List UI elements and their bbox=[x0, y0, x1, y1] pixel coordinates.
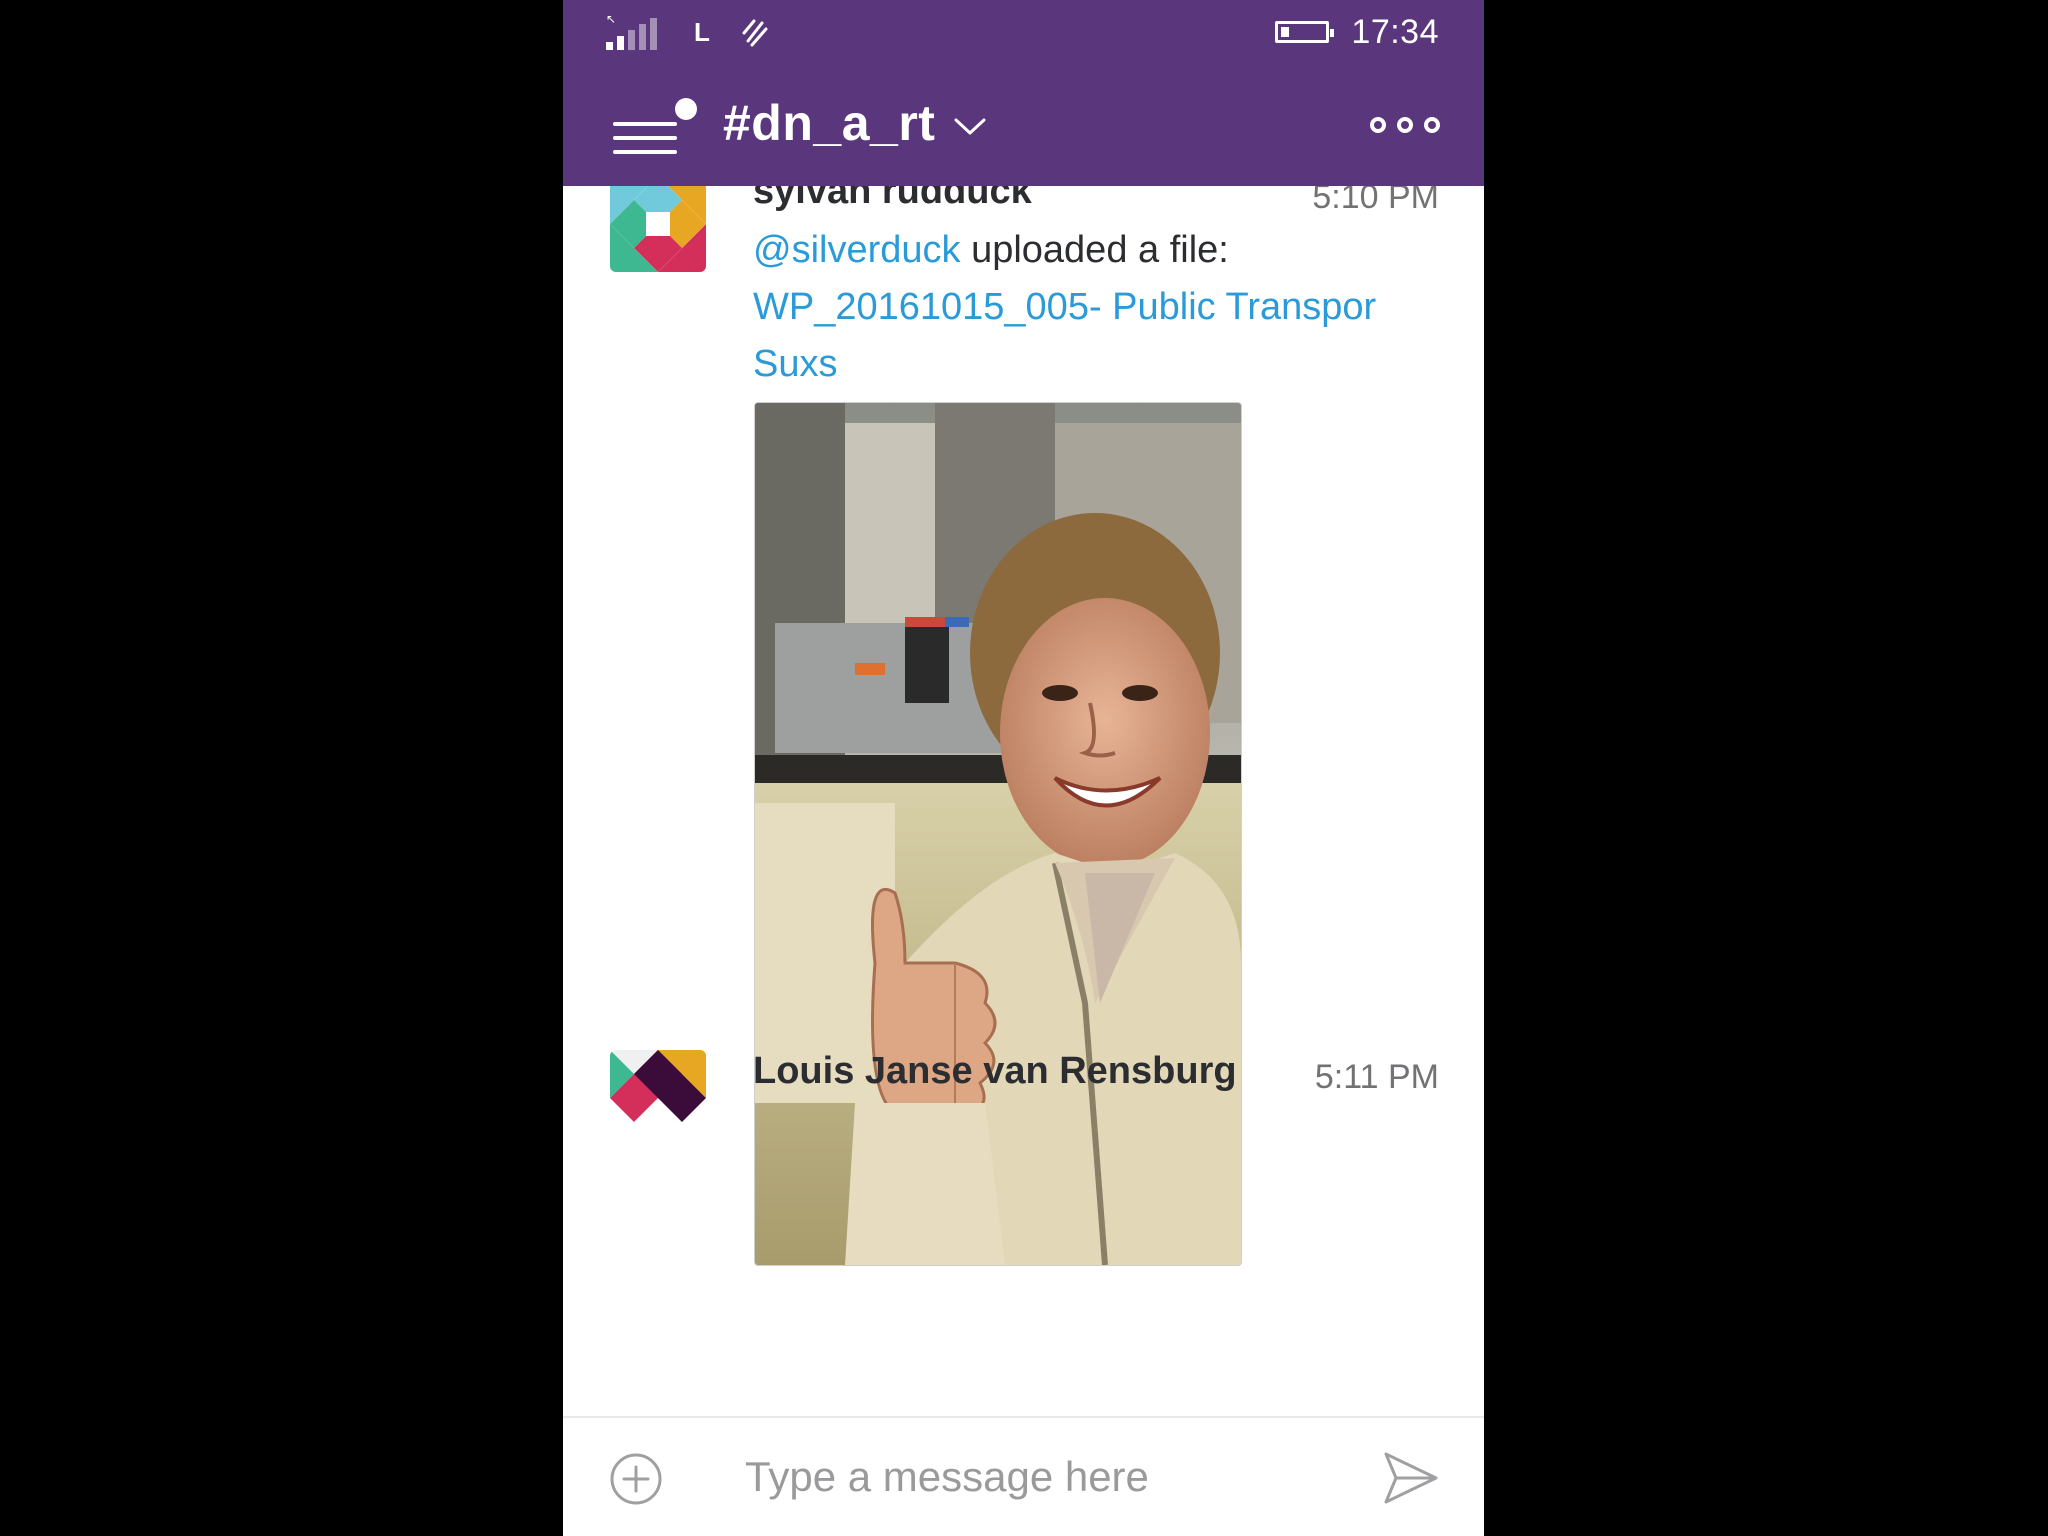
image-attachment[interactable] bbox=[754, 402, 1242, 1266]
chevron-down-icon bbox=[954, 118, 986, 135]
message-timestamp: 5:11 PM bbox=[1314, 1058, 1439, 1096]
message-username[interactable]: Louis Janse van Rensburg bbox=[753, 1050, 1237, 1093]
network-type-label: L bbox=[694, 16, 710, 47]
battery-icon bbox=[1275, 21, 1335, 43]
slack-logo-avatar bbox=[610, 1050, 706, 1146]
channel-switcher[interactable]: #dn_a_rt bbox=[723, 90, 987, 156]
roaming-arrow-icon: ↖ bbox=[606, 12, 617, 26]
message-input[interactable] bbox=[743, 1440, 1307, 1514]
signal-icon: ↖ bbox=[606, 12, 666, 52]
status-right: 17:34 bbox=[1275, 10, 1439, 54]
more-options-icon[interactable] bbox=[1370, 112, 1440, 138]
message-username[interactable]: sylvan rudduck bbox=[753, 186, 1032, 213]
status-left: ↖ L bbox=[606, 12, 772, 52]
unread-indicator-dot bbox=[675, 98, 697, 120]
message-timestamp: 5:10 PM bbox=[1312, 186, 1439, 216]
photo-thumbs-up-man bbox=[755, 403, 1241, 1265]
add-circle-icon[interactable] bbox=[609, 1452, 663, 1506]
file-link[interactable]: WP_20161015_005- Public Transpor Suxs bbox=[753, 286, 1376, 385]
message-composer bbox=[563, 1416, 1484, 1536]
avatar[interactable] bbox=[610, 186, 706, 272]
avatar[interactable] bbox=[610, 1050, 706, 1146]
message-body: @silverduck uploaded a file: WP_20161015… bbox=[753, 222, 1443, 393]
hamburger-menu-icon[interactable] bbox=[607, 98, 697, 154]
slack-logo-avatar bbox=[610, 186, 706, 272]
channel-name: #dn_a_rt bbox=[723, 95, 936, 151]
user-mention-link[interactable]: @silverduck bbox=[753, 229, 961, 271]
phone-screen: ↖ L 17:34 #dn_a_rt sylvan rudduck 5:10 P… bbox=[563, 0, 1484, 1536]
message-list[interactable]: sylvan rudduck 5:10 PM @silverduck uploa… bbox=[563, 186, 1484, 1416]
data-transfer-icon bbox=[742, 19, 768, 47]
channel-header: #dn_a_rt bbox=[563, 64, 1484, 186]
message-text: uploaded a file: bbox=[960, 229, 1229, 271]
send-icon[interactable] bbox=[1382, 1448, 1440, 1508]
status-time: 17:34 bbox=[1351, 12, 1439, 51]
status-bar: ↖ L 17:34 bbox=[563, 0, 1484, 64]
